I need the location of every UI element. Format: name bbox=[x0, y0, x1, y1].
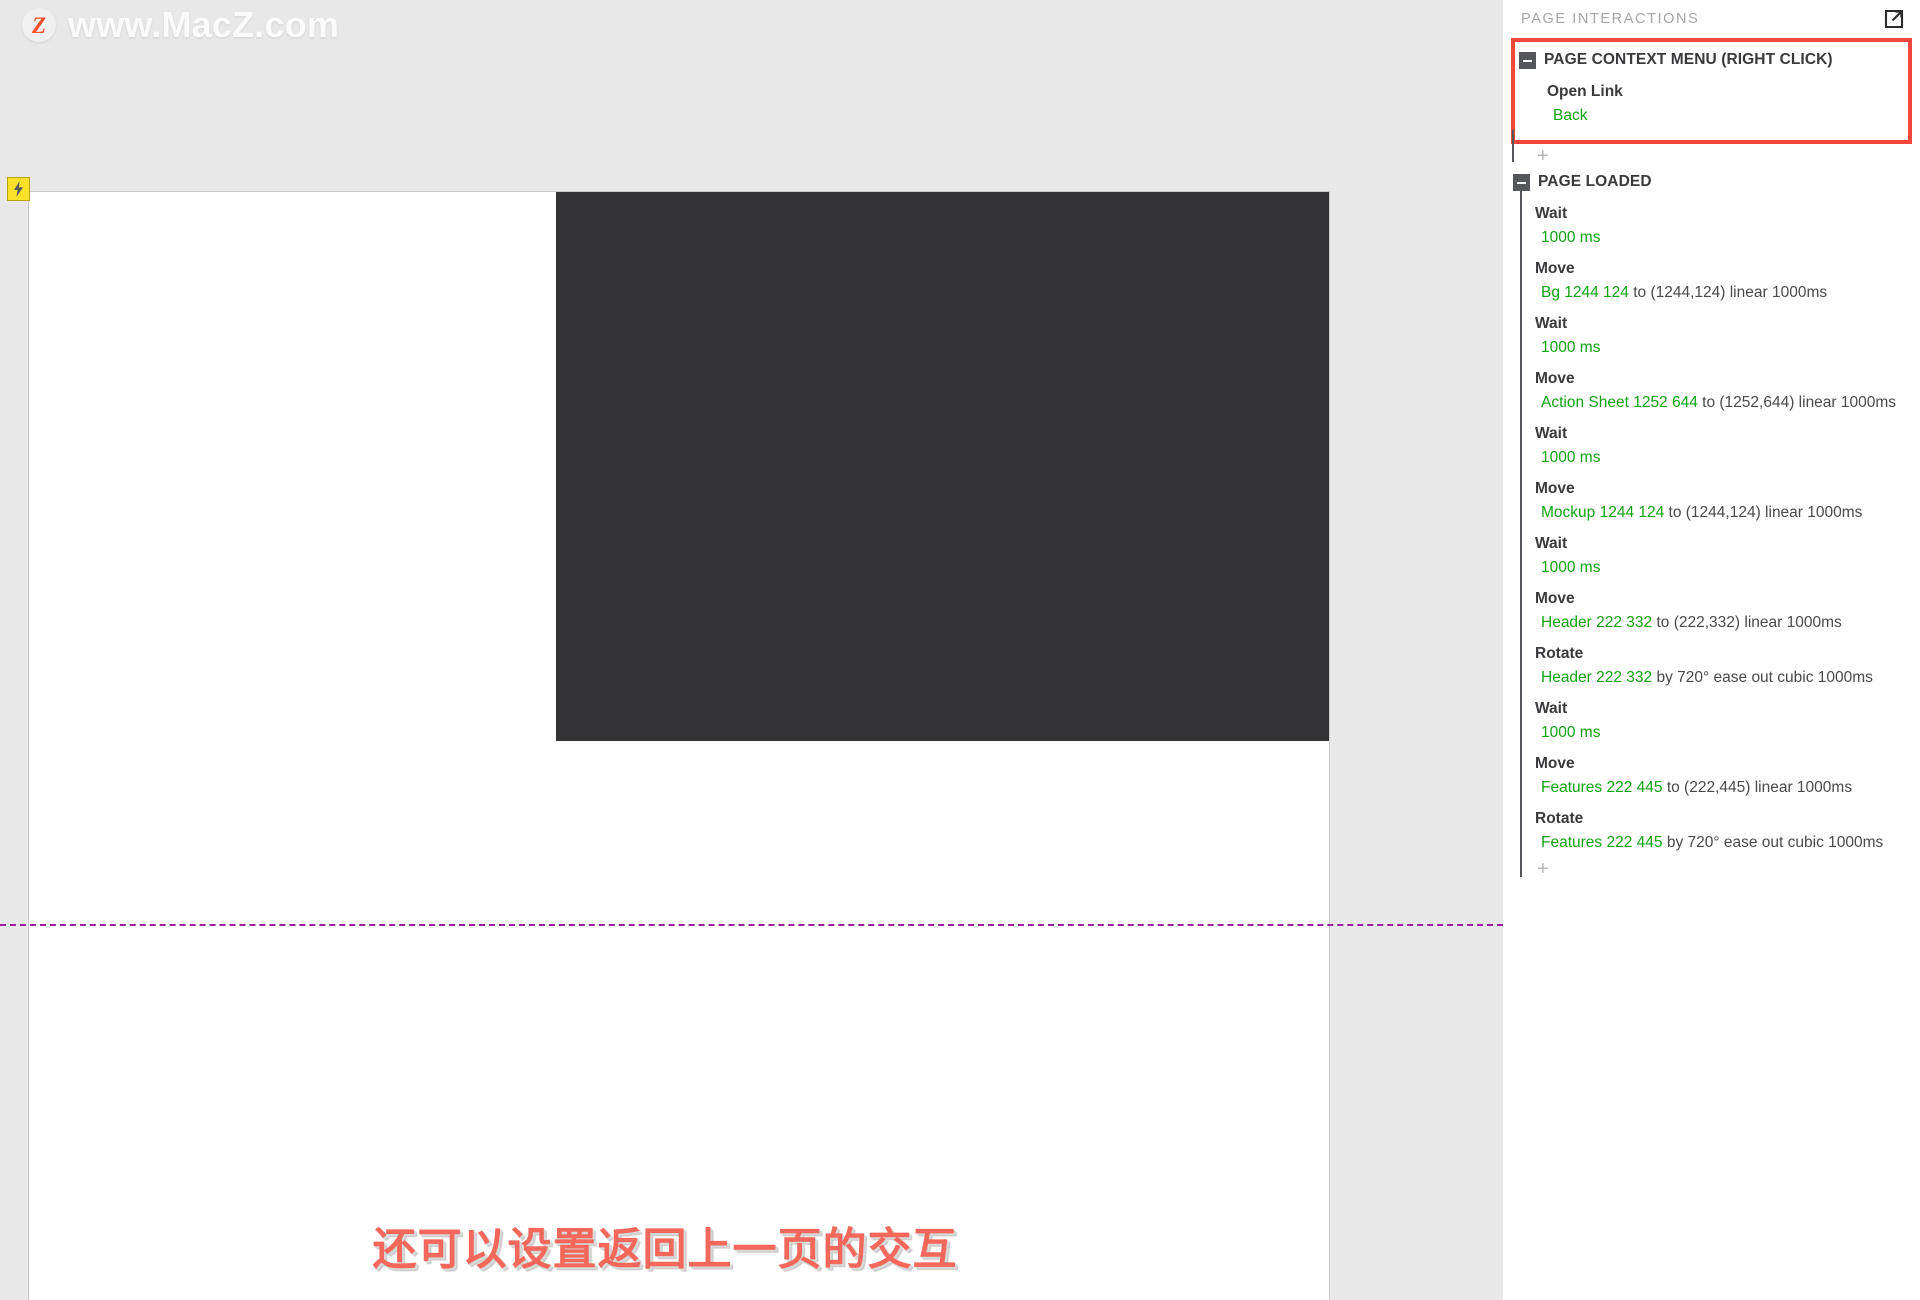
action-detail[interactable]: Features 222 445 by 720° ease out cubic … bbox=[1503, 832, 1920, 853]
collapse-toggle-icon[interactable] bbox=[1519, 52, 1536, 69]
maczcom-logo-icon: Z bbox=[22, 8, 56, 42]
action-params: to (1252,644) linear 1000ms bbox=[1697, 394, 1897, 411]
action-target: Features 222 445 bbox=[1541, 779, 1663, 796]
action-label[interactable]: Rotate bbox=[1503, 808, 1920, 830]
action-target: Action Sheet 1252 644 bbox=[1541, 394, 1698, 411]
action-label[interactable]: Move bbox=[1503, 588, 1920, 610]
page-context-menu-event[interactable]: PAGE CONTEXT MENU (RIGHT CLICK) Open Lin… bbox=[1511, 38, 1912, 144]
panel-title: PAGE INTERACTIONS bbox=[1521, 11, 1700, 27]
action-label[interactable]: Move bbox=[1503, 753, 1920, 775]
action-params: to (1244,124) linear 1000ms bbox=[1664, 504, 1863, 521]
action-label[interactable]: Wait bbox=[1503, 533, 1920, 555]
external-link-icon[interactable] bbox=[1882, 7, 1906, 31]
event-title: PAGE CONTEXT MENU (RIGHT CLICK) bbox=[1544, 51, 1833, 68]
watermark-text: www.MacZ.com bbox=[68, 4, 340, 45]
action-target: 1000 ms bbox=[1541, 449, 1601, 466]
action-target: Header 222 332 bbox=[1541, 669, 1653, 686]
app-root: Z www.MacZ.com 还可以设置返回上一页的交互 PAGE INTERA… bbox=[0, 0, 1920, 1300]
action-params: to (1244,124) linear 1000ms bbox=[1628, 284, 1828, 301]
action-detail[interactable]: Header 222 332 to (222,332) linear 1000m… bbox=[1503, 612, 1920, 633]
action-detail[interactable]: Mockup 1244 124 to (1244,124) linear 100… bbox=[1503, 502, 1920, 523]
panel-header: PAGE INTERACTIONS bbox=[1503, 0, 1920, 38]
action-label[interactable]: Rotate bbox=[1503, 643, 1920, 665]
event-header-row[interactable]: PAGE LOADED bbox=[1503, 170, 1920, 193]
artboard-dark-block bbox=[556, 192, 1329, 741]
action-detail[interactable]: Features 222 445 to (222,445) linear 100… bbox=[1503, 777, 1920, 798]
action-target: Bg 1244 124 bbox=[1541, 284, 1629, 301]
action-target: Back bbox=[1553, 107, 1588, 124]
action-target: 1000 ms bbox=[1541, 724, 1601, 741]
action-target: Mockup 1244 124 bbox=[1541, 504, 1665, 521]
action-target: Features 222 445 bbox=[1541, 834, 1663, 851]
artboard[interactable] bbox=[28, 191, 1330, 1300]
action-detail[interactable]: 1000 ms bbox=[1503, 337, 1920, 358]
collapse-toggle-icon[interactable] bbox=[1513, 174, 1530, 191]
action-detail[interactable]: 1000 ms bbox=[1503, 227, 1920, 248]
action-detail[interactable]: Bg 1244 124 to (1244,124) linear 1000ms bbox=[1503, 282, 1920, 303]
action-detail[interactable]: 1000 ms bbox=[1503, 557, 1920, 578]
action-detail[interactable]: Action Sheet 1252 644 to (1252,644) line… bbox=[1503, 392, 1920, 413]
tree-rail bbox=[1512, 130, 1514, 162]
action-params: to (222,332) linear 1000ms bbox=[1652, 614, 1842, 631]
action-label[interactable]: Wait bbox=[1503, 313, 1920, 335]
design-canvas[interactable]: Z www.MacZ.com 还可以设置返回上一页的交互 bbox=[0, 0, 1503, 1300]
event-title: PAGE LOADED bbox=[1538, 173, 1652, 190]
event-header-row[interactable]: PAGE CONTEXT MENU (RIGHT CLICK) bbox=[1515, 48, 1908, 71]
page-interactions-panel[interactable]: PAGE INTERACTIONS PAGE CONTEXT MENU (RIG… bbox=[1503, 0, 1920, 1300]
action-label[interactable]: Wait bbox=[1503, 698, 1920, 720]
action-target: 1000 ms bbox=[1541, 559, 1601, 576]
action-label[interactable]: Move bbox=[1503, 478, 1920, 500]
action-label[interactable]: Open Link bbox=[1515, 81, 1908, 103]
action-target: 1000 ms bbox=[1541, 339, 1601, 356]
action-label[interactable]: Wait bbox=[1503, 423, 1920, 445]
action-params: to (222,445) linear 1000ms bbox=[1662, 779, 1853, 796]
action-detail[interactable]: Header 222 332 by 720° ease out cubic 10… bbox=[1503, 667, 1920, 688]
caption-text: 还可以设置返回上一页的交互 bbox=[370, 1223, 959, 1277]
page-loaded-event[interactable]: PAGE LOADED Wait 1000 ms Move Bg 1244 124 t… bbox=[1503, 170, 1920, 879]
add-action-button[interactable]: + bbox=[1503, 146, 1920, 166]
alignment-guide bbox=[0, 924, 1503, 926]
action-list: Wait 1000 ms Move Bg 1244 124 to (1244,124)… bbox=[1503, 203, 1920, 853]
tree-rail bbox=[1520, 190, 1522, 877]
action-params: by 720° ease out cubic 1000ms bbox=[1652, 669, 1873, 686]
action-detail[interactable]: Back bbox=[1515, 105, 1908, 126]
add-action-button[interactable]: + bbox=[1503, 859, 1920, 879]
action-detail[interactable]: 1000 ms bbox=[1503, 447, 1920, 468]
lightning-bolt-icon[interactable] bbox=[7, 177, 30, 201]
action-detail[interactable]: 1000 ms bbox=[1503, 722, 1920, 743]
action-label[interactable]: Move bbox=[1503, 258, 1920, 280]
action-label[interactable]: Wait bbox=[1503, 203, 1920, 225]
action-target: Header 222 332 bbox=[1541, 614, 1653, 631]
action-label[interactable]: Move bbox=[1503, 368, 1920, 390]
action-target: 1000 ms bbox=[1541, 229, 1601, 246]
watermark: Z www.MacZ.com bbox=[22, 4, 339, 46]
action-params: by 720° ease out cubic 1000ms bbox=[1662, 834, 1884, 851]
